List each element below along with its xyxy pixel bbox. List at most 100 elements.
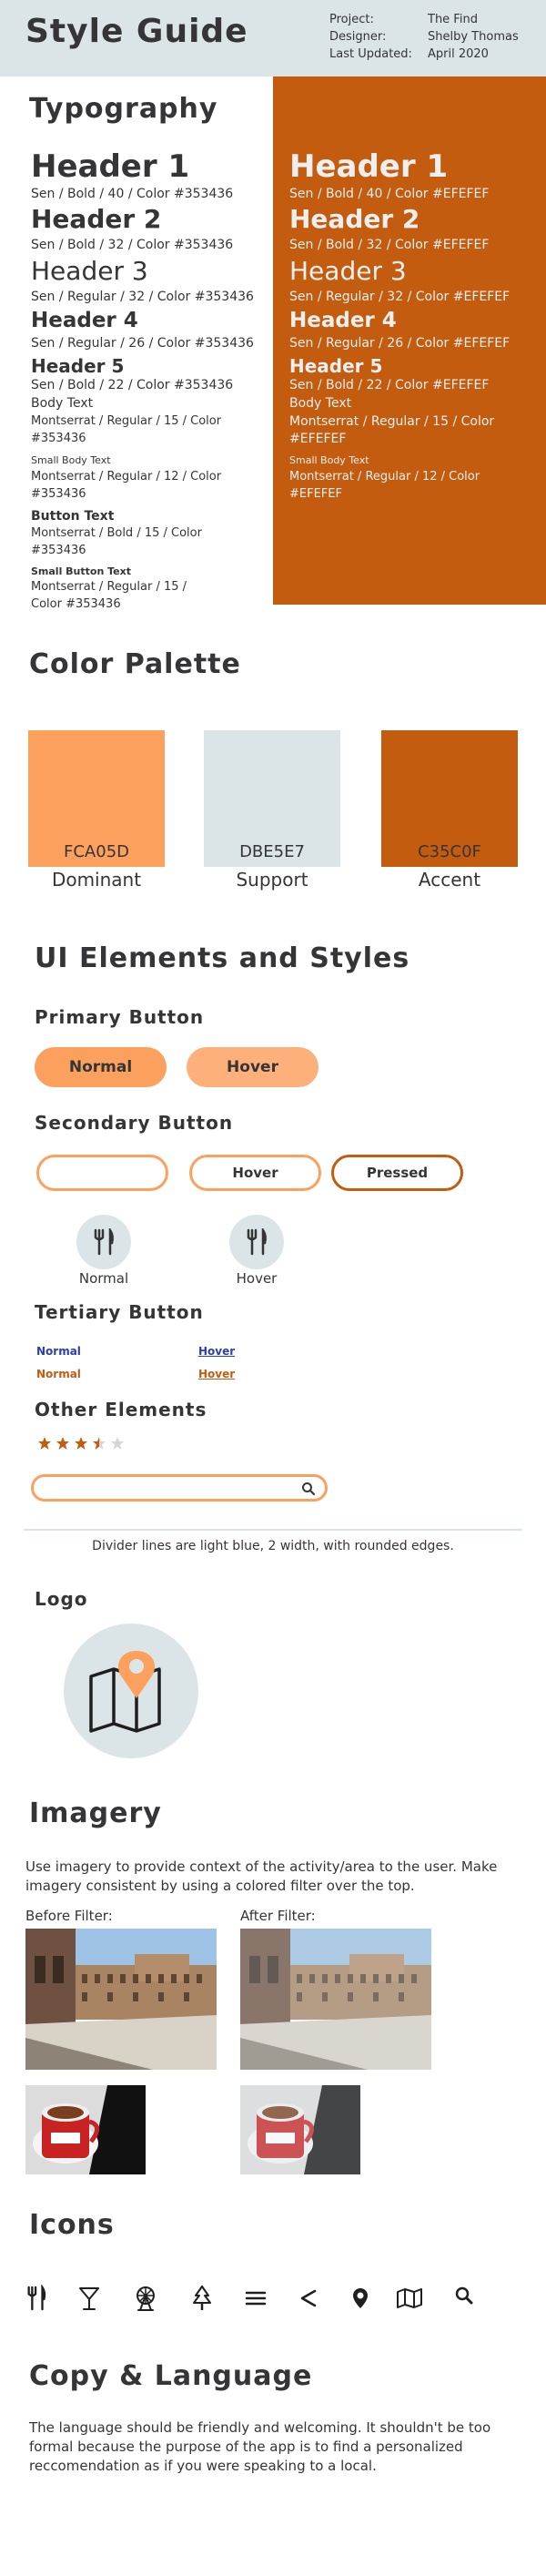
- swatch-code-support: DBE5E7: [239, 842, 305, 861]
- icon-button-hover[interactable]: [229, 1215, 284, 1269]
- h4-spec: Sen / Regular / 26 / Color #353436: [31, 336, 254, 351]
- typography-title: Typography: [29, 93, 218, 125]
- h1-spec-light: Sen / Bold / 40 / Color #EFEFEF: [289, 187, 490, 201]
- primary-button-normal[interactable]: Normal: [35, 1047, 167, 1087]
- mug-photo-after: [240, 2085, 360, 2174]
- h3-spec: Sen / Regular / 32 / Color #353436: [31, 290, 254, 304]
- square-photo-after: [240, 1929, 431, 2070]
- back-chevron-icon: [294, 2284, 323, 2313]
- swatch-name-accent: Accent: [418, 869, 481, 891]
- star-icon[interactable]: [73, 1436, 89, 1451]
- copy-title: Copy & Language: [29, 2360, 313, 2392]
- h2-sample-light: Header 2: [289, 204, 420, 234]
- h4-sample-light: Header 4: [289, 309, 397, 332]
- after-filter-label: After Filter:: [240, 1908, 316, 1924]
- square-photo-before: [25, 1929, 217, 2070]
- star-icon[interactable]: [36, 1436, 53, 1451]
- button-text-spec-line1: Montserrat / Bold / 15 / Color: [31, 526, 202, 540]
- secondary-button-pressed[interactable]: Pressed: [331, 1155, 463, 1191]
- icon-button-hover-label: Hover: [236, 1270, 278, 1287]
- ferris-wheel-icon: [131, 2284, 160, 2313]
- body-spec-light-line2: #EFEFEF: [289, 432, 347, 446]
- h5-sample-light: Header 5: [289, 355, 383, 377]
- body-spec-line1: Montserrat / Regular / 15 / Color: [31, 414, 222, 428]
- search-icon: [302, 1482, 316, 1496]
- h2-spec-light: Sen / Bold / 32 / Color #EFEFEF: [289, 238, 490, 252]
- h2-sample: Header 2: [31, 204, 162, 234]
- search-icon: [450, 2281, 479, 2310]
- tertiary-button-normal-orange[interactable]: Normal: [36, 1368, 81, 1380]
- h1-spec: Sen / Bold / 40 / Color #353436: [31, 187, 234, 201]
- h1-sample-light: Header 1: [289, 148, 449, 185]
- menu-icon: [241, 2284, 270, 2313]
- project-value: The Find: [428, 13, 478, 26]
- body-spec-light-line1: Montserrat / Regular / 15 / Color: [289, 414, 495, 429]
- small-button-text-spec-line1: Montserrat / Regular / 15 /: [31, 580, 187, 594]
- updated-value: April 2020: [428, 47, 489, 61]
- h3-spec-light: Sen / Regular / 32 / Color #EFEFEF: [289, 290, 511, 304]
- fork-knife-icon: [247, 1228, 267, 1256]
- tertiary-button-title: Tertiary Button: [35, 1301, 204, 1323]
- header-bar: Style Guide Project: The Find Designer: …: [0, 0, 546, 76]
- project-label: Project:: [329, 13, 374, 26]
- h2-spec: Sen / Bold / 32 / Color #353436: [31, 238, 234, 252]
- ui-title: UI Elements and Styles: [35, 942, 410, 974]
- small-body-sample: Small Body Text: [31, 454, 111, 466]
- h4-sample: Header 4: [31, 309, 138, 332]
- icon-button-normal[interactable]: [76, 1215, 131, 1269]
- h4-spec-light: Sen / Regular / 26 / Color #EFEFEF: [289, 336, 511, 351]
- primary-button-hover[interactable]: Hover: [187, 1047, 318, 1087]
- imagery-title: Imagery: [29, 1797, 162, 1829]
- fork-knife-icon: [94, 1228, 114, 1256]
- logo-title: Logo: [35, 1588, 88, 1610]
- star-icon[interactable]: [109, 1436, 126, 1451]
- swatch-name-dominant: Dominant: [51, 869, 142, 891]
- tertiary-button-hover-blue[interactable]: Hover: [198, 1345, 235, 1358]
- mug-photo-before: [25, 2085, 146, 2174]
- small-button-text-spec-line2: Color #353436: [31, 597, 121, 611]
- fork-knife-icon: [22, 2284, 51, 2313]
- copy-text: The language should be friendly and welc…: [29, 2419, 491, 2474]
- body-sample-light: Body Text: [289, 396, 352, 411]
- small-body-spec-light-line1: Montserrat / Regular / 12 / Color: [289, 470, 480, 484]
- icons-title: Icons: [29, 2209, 115, 2241]
- star-rating[interactable]: [36, 1436, 126, 1451]
- h5-spec: Sen / Bold / 22 / Color #353436: [31, 378, 234, 392]
- secondary-button-title: Secondary Button: [35, 1112, 234, 1134]
- swatch-code-accent: C35C0F: [418, 842, 481, 861]
- secondary-button-hover[interactable]: Hover: [189, 1155, 321, 1191]
- tertiary-button-normal-blue[interactable]: Normal: [36, 1345, 81, 1358]
- imagery-description: Use imagery to provide context of the ac…: [25, 1858, 498, 1894]
- body-spec-line2: #353436: [31, 432, 86, 445]
- map-pin-icon: [346, 2284, 375, 2313]
- icon-button-normal-label: Normal: [78, 1270, 129, 1287]
- h3-sample-light: Header 3: [289, 256, 407, 286]
- updated-label: Last Updated:: [329, 47, 412, 61]
- tertiary-button-hover-orange[interactable]: Hover: [198, 1368, 235, 1380]
- designer-label: Designer:: [329, 30, 387, 44]
- small-body-sample-light: Small Body Text: [289, 454, 369, 466]
- small-body-spec-light-line2: #EFEFEF: [289, 487, 342, 501]
- star-icon[interactable]: [55, 1436, 71, 1451]
- small-body-spec-line1: Montserrat / Regular / 12 / Color: [31, 470, 222, 484]
- before-filter-label: Before Filter:: [25, 1908, 113, 1924]
- palette-title: Color Palette: [29, 648, 241, 680]
- secondary-button-normal[interactable]: [36, 1155, 168, 1191]
- small-body-spec-line2: #353436: [31, 487, 86, 501]
- search-input[interactable]: [31, 1474, 328, 1502]
- star-icon[interactable]: [91, 1436, 107, 1451]
- h3-sample: Header 3: [31, 256, 148, 286]
- body-sample: Body Text: [31, 396, 94, 411]
- swatch-code-dominant: FCA05D: [64, 842, 129, 861]
- divider-note: Divider lines are light blue, 2 width, w…: [92, 1539, 454, 1553]
- map-icon: [395, 2284, 424, 2313]
- divider-line: [24, 1529, 522, 1531]
- h1-sample: Header 1: [31, 148, 190, 185]
- other-elements-title: Other Elements: [35, 1399, 207, 1420]
- logo: [64, 1624, 198, 1758]
- page-title: Style Guide: [25, 13, 248, 50]
- cocktail-icon: [75, 2284, 104, 2313]
- tree-icon: [187, 2284, 217, 2313]
- button-text-spec-line2: #353436: [31, 544, 86, 557]
- map-pin-logo-icon: [89, 1651, 161, 1733]
